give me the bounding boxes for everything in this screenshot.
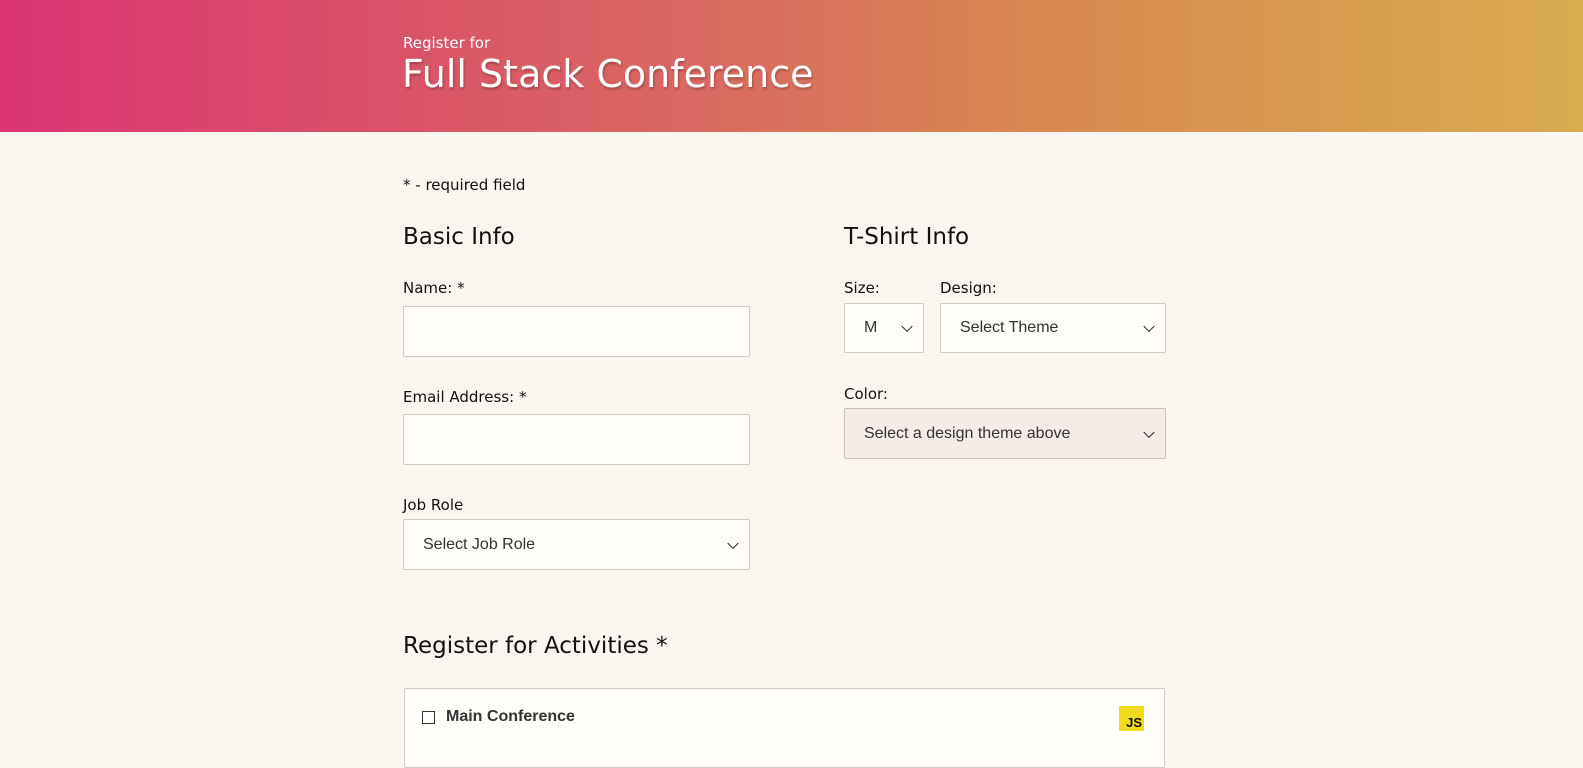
job-role-select[interactable]: Select Job Role [403,519,750,570]
color-selected-value: Select a design theme above [864,424,1071,442]
size-select[interactable]: M [844,303,924,353]
design-selected-value: Select Theme [960,319,1059,336]
chevron-down-icon [1143,320,1155,333]
basic-info-heading: Basic Info [403,224,515,250]
design-select[interactable]: Select Theme [940,303,1166,353]
job-role-label: Job Role [403,496,464,514]
email-label: Email Address: * [403,388,527,406]
page-header: Register for Full Stack Conference [0,0,1583,132]
chevron-down-icon [727,537,739,549]
js-icon: JS [1119,706,1144,731]
design-label: Design: [940,279,997,297]
js-icon-text: JS [1126,715,1142,730]
required-field-note: * - required field [403,176,526,194]
activities-fieldset: Main Conference JS [404,688,1165,768]
size-selected-value: M [864,319,878,336]
main-conference-checkbox[interactable] [422,711,435,724]
chevron-down-icon [901,320,913,333]
name-field[interactable] [403,306,750,357]
name-label: Name: * [403,279,465,297]
chevron-down-icon [1143,426,1155,438]
email-field[interactable] [403,414,750,465]
job-role-selected-value: Select Job Role [423,535,536,553]
header-subtitle: Register for [403,34,491,52]
color-label: Color: [844,385,888,403]
page-title: Full Stack Conference [402,52,814,96]
activities-heading: Register for Activities * [403,633,668,659]
color-select: Select a design theme above [844,408,1166,459]
size-label: Size: [844,279,880,297]
tshirt-info-heading: T-Shirt Info [844,224,970,250]
main-conference-label[interactable]: Main Conference [446,708,575,726]
